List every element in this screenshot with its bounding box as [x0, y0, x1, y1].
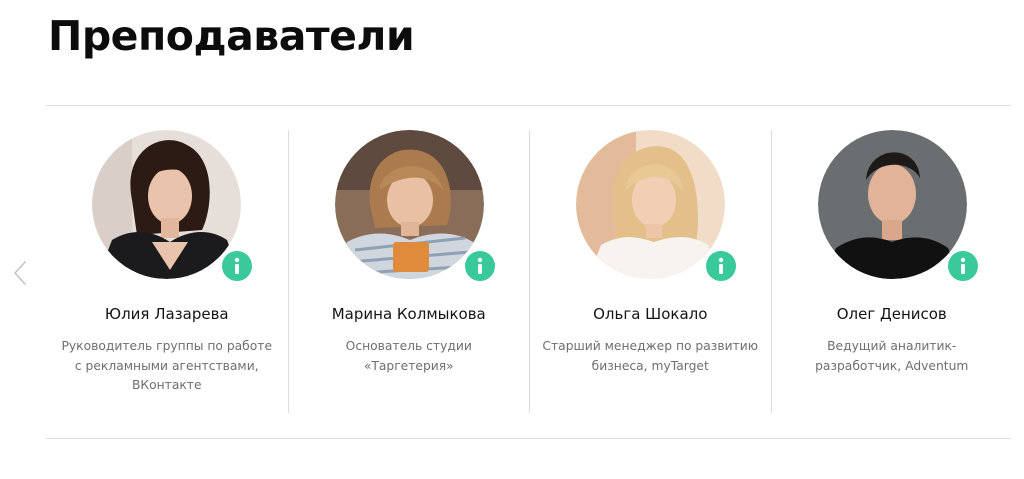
teacher-photo-wrap: [92, 130, 254, 283]
teacher-card[interactable]: Марина Колмыкова Основатель студии «Тарг…: [287, 130, 530, 413]
teacher-role-line: разработчик, Adventum: [815, 358, 969, 373]
teacher-role: Ведущий аналитик- разработчик, Adventum: [782, 337, 1003, 376]
teacher-role-line: Руководитель группы по работе: [61, 339, 273, 353]
teacher-card[interactable]: Ольга Шокало Старший менеджер по развити…: [529, 130, 771, 413]
info-button[interactable]: [945, 249, 980, 283]
teacher-photo: [817, 130, 967, 279]
teacher-photo-wrap: [817, 130, 980, 283]
info-icon: [960, 257, 965, 274]
info-icon: [234, 257, 240, 274]
teachers-section: Преподаватели Юлия Лазарева Руководитель…: [0, 0, 1024, 479]
chevron-left-icon[interactable]: [10, 258, 32, 288]
teacher-photo-wrap: [334, 130, 497, 283]
teacher-photo: [576, 130, 725, 279]
teacher-role: Основатель студии «Таргетерия»: [299, 337, 520, 376]
teacher-name: Ольга Шокало: [593, 305, 708, 323]
info-button[interactable]: [462, 249, 497, 283]
teacher-role-line: с рекламными агентствами,: [74, 358, 259, 373]
teacher-role-line: Ведущий аналитик-: [827, 339, 957, 353]
info-icon: [477, 257, 482, 274]
teacher-name: Олег Денисов: [836, 305, 947, 323]
bottom-divider: [46, 438, 1011, 439]
teacher-photo-wrap: [576, 130, 738, 283]
info-icon: [718, 257, 724, 274]
teacher-role-line: Основатель студии: [345, 339, 472, 353]
teacher-card[interactable]: Юлия Лазарева Руководитель группы по раб…: [46, 130, 288, 413]
teacher-role: Руководитель группы по работе с рекламны…: [56, 337, 278, 396]
teachers-carousel: Юлия Лазарева Руководитель группы по раб…: [46, 130, 1012, 413]
teacher-name: Юлия Лазарева: [104, 305, 229, 323]
teacher-role: Старший менеджер по развитию бизнеса, my…: [540, 337, 761, 376]
teacher-photo: [92, 130, 241, 279]
teacher-role-line: бизнеса, myTarget: [591, 358, 709, 373]
teacher-photo: [334, 130, 484, 279]
top-divider: [46, 105, 1011, 106]
info-button[interactable]: [704, 249, 738, 283]
teacher-role-line: ВКонтакте: [131, 378, 202, 392]
teacher-name: Марина Колмыкова: [331, 305, 486, 323]
page-title: Преподаватели: [48, 12, 415, 60]
info-button[interactable]: [220, 249, 254, 283]
teacher-role-line: Старший менеджер по развитию: [542, 339, 759, 353]
teacher-card[interactable]: Олег Денисов Ведущий аналитик- разработч…: [770, 130, 1013, 413]
teacher-role-line: «Таргетерия»: [363, 358, 454, 373]
